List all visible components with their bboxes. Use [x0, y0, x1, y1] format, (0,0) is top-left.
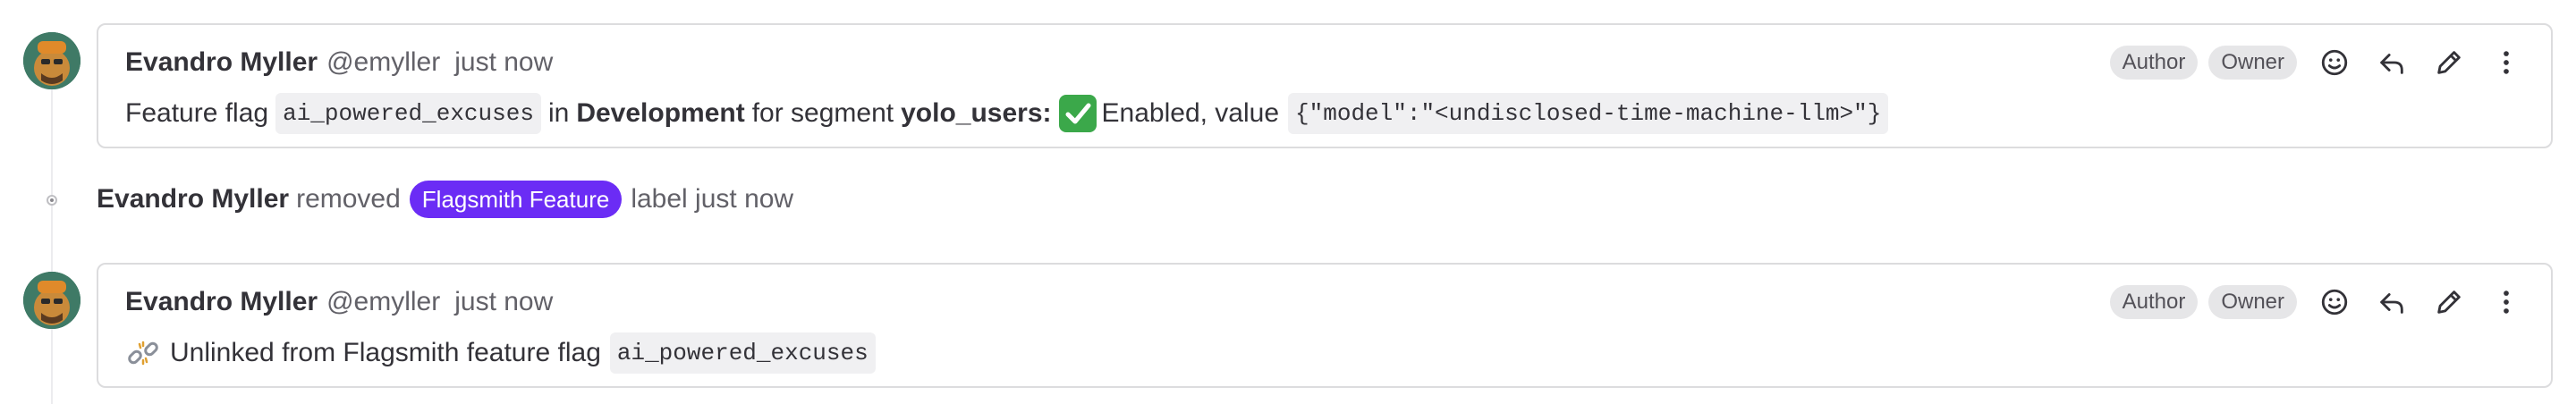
system-note-suffix: label just now [631, 184, 794, 214]
body-text: for segment [751, 98, 894, 128]
emoji-reaction-icon [2321, 49, 2348, 76]
author-username[interactable]: @emyller [326, 45, 440, 80]
note-body: Feature flag ai_powered_excuses in Devel… [125, 93, 1895, 134]
note-card: Evandro Myller @emyller just now Author … [97, 23, 2553, 148]
avatar-image [23, 272, 80, 329]
more-actions-button[interactable] [2487, 282, 2526, 322]
system-note-action: removed [296, 184, 401, 214]
more-vertical-icon [2504, 51, 2509, 74]
avatar[interactable] [23, 32, 80, 89]
system-note-dot [47, 195, 57, 206]
reply-button[interactable] [2372, 282, 2411, 322]
broken-chain-emoji [125, 335, 161, 371]
owner-badge: Owner [2208, 285, 2297, 319]
timeline-line [51, 54, 53, 404]
note-body: Unlinked from Flagsmith feature flag ai_… [125, 332, 883, 374]
note-card: Evandro Myller @emyller just now Author … [97, 263, 2553, 388]
system-note: Evandro Myller removed Flagsmith Feature… [97, 177, 793, 222]
avatar-image [23, 32, 80, 89]
more-vertical-icon [2504, 290, 2509, 314]
edit-button[interactable] [2429, 43, 2469, 82]
avatar[interactable] [23, 272, 80, 329]
flag-code: ai_powered_excuses [609, 332, 876, 374]
edit-pencil-icon [2437, 51, 2461, 74]
author-username[interactable]: @emyller [326, 284, 440, 320]
note-header: Evandro Myller @emyller just now [125, 284, 553, 320]
body-text: in [547, 98, 570, 128]
note-header: Evandro Myller @emyller just now [125, 45, 553, 80]
note-actions: Author Owner [2099, 43, 2526, 82]
flagsmith-feature-label[interactable]: Flagsmith Feature [409, 181, 623, 218]
body-text: Feature flag [125, 98, 269, 128]
author-badge: Author [2109, 285, 2199, 319]
unlinked-text: Unlinked from Flagsmith feature flag [170, 338, 601, 367]
value-code: {"model":"<undisclosed-time-machine-llm>… [1288, 93, 1889, 134]
owner-badge: Owner [2208, 46, 2297, 80]
system-note-author[interactable]: Evandro Myller [97, 177, 289, 222]
edit-pencil-icon [2437, 290, 2461, 314]
author-badge: Author [2109, 46, 2199, 80]
status-text: Enabled, value [1101, 98, 1280, 128]
add-reaction-button[interactable] [2315, 282, 2354, 322]
author-name[interactable]: Evandro Myller [125, 45, 318, 80]
segment-name: yolo_users: [901, 98, 1052, 128]
reply-icon [2380, 54, 2403, 74]
emoji-reaction-icon [2321, 289, 2348, 316]
environment-name: Development [576, 98, 745, 128]
author-name[interactable]: Evandro Myller [125, 284, 318, 320]
note-actions: Author Owner [2099, 282, 2526, 322]
add-reaction-button[interactable] [2315, 43, 2354, 82]
more-actions-button[interactable] [2487, 43, 2526, 82]
note-timestamp[interactable]: just now [454, 284, 553, 320]
edit-button[interactable] [2429, 282, 2469, 322]
reply-button[interactable] [2372, 43, 2411, 82]
reply-icon [2380, 293, 2403, 314]
note-timestamp[interactable]: just now [454, 45, 553, 80]
flag-code: ai_powered_excuses [275, 93, 541, 134]
check-mark-emoji [1058, 95, 1097, 132]
